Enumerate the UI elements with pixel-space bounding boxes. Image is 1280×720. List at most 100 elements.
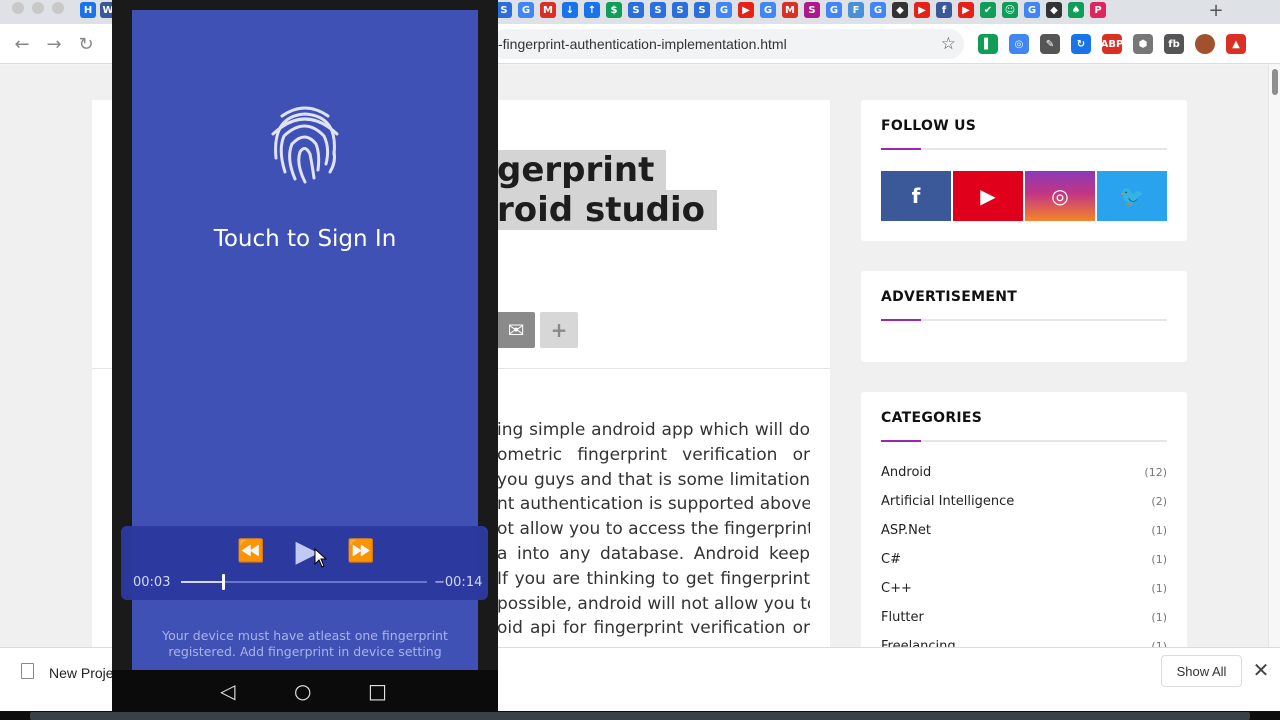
pinned-tab-favicon-icon[interactable]: G [870,2,886,18]
widget-rule-accent [881,319,921,321]
category-item[interactable]: Flutter (1) [881,603,1167,632]
pinned-tab-favicon-icon[interactable]: ▶ [738,2,754,18]
download-file-name[interactable]: New Proje [49,665,114,681]
extension-icon[interactable]: ✎ [1040,34,1060,54]
extension-icon[interactable]: ▲ [1226,34,1246,54]
extension-icon[interactable]: ◎ [1009,34,1029,54]
article-body: ing simple android app which will do omet… [497,418,810,641]
category-name[interactable]: Android [881,465,931,480]
show-all-button[interactable]: Show All [1161,655,1242,687]
pinned-tab-favicon-icon[interactable]: G [716,2,732,18]
widget-rule [881,440,1167,442]
pinned-tab-favicon-icon[interactable]: ↑ [584,2,600,18]
category-item[interactable]: C# (1) [881,545,1167,574]
title-line-1: gerprint [497,150,667,190]
category-item[interactable]: Freelancing (1) [881,632,1167,647]
pinned-tab-favicon-icon[interactable]: G [826,2,842,18]
pinned-tab-favicon-icon[interactable]: ◆ [892,2,908,18]
pinned-tab-favicon-icon[interactable]: ♠ [1068,2,1084,18]
address-bar[interactable]: -fingerprint-authentication-implementati… [490,29,964,59]
more-share-button[interactable]: + [540,312,578,348]
advertisement-widget: ADVERTISEMENT [861,271,1187,362]
category-name[interactable]: Flutter [881,610,924,625]
seek-bar[interactable] [181,574,427,590]
pinned-tab-favicon-icon[interactable]: G [760,2,776,18]
category-name[interactable]: C++ [881,581,912,596]
pinned-tab-favicon-icon[interactable]: G [1024,2,1040,18]
pinned-tab-favicon-icon[interactable]: f [936,2,952,18]
category-item[interactable]: Android (12) [881,458,1167,487]
new-tab-button[interactable]: + [1208,0,1224,21]
fingerprint-hint: Your device must have atleast one finger… [162,628,448,659]
category-count: (12) [1144,466,1167,479]
pinned-tab-favicon-icon[interactable]: S [694,2,710,18]
pinned-tab-favicon-icon[interactable]: S [650,2,666,18]
pinned-tab-favicon-icon[interactable]: ☺ [1002,2,1018,18]
category-name[interactable]: Artificial Intelligence [881,494,1014,509]
page-scrollbar[interactable] [1268,65,1280,647]
youtube-icon[interactable]: ▶ [953,171,1023,221]
category-item[interactable]: Artificial Intelligence (2) [881,487,1167,516]
fast-forward-icon[interactable]: ⏩ [343,536,379,566]
pinned-tab-favicon-icon[interactable]: S [496,2,512,18]
window-zoom-dot[interactable] [52,2,64,14]
category-item[interactable]: C++ (1) [881,574,1167,603]
scrollbar-thumb[interactable] [1272,69,1278,95]
pinned-tab-favicon-icon[interactable]: $ [606,2,622,18]
pinned-tab-favicon-icon[interactable]: G [518,2,534,18]
widget-title: FOLLOW US [881,118,977,134]
url-text: -fingerprint-authentication-implementati… [498,36,787,52]
rewind-icon[interactable]: ⏪ [233,536,269,566]
extension-icon[interactable]: ABP [1101,34,1123,54]
android-emulator: Touch to Sign In Your device must have a… [112,0,498,712]
pinned-tab-favicon-icon[interactable]: H [80,2,96,18]
seek-knob[interactable] [221,574,225,590]
pinned-tab-favicon-icon[interactable]: F [848,2,864,18]
pinned-tab-favicon-icon[interactable]: S [672,2,688,18]
widget-rule-accent [881,148,921,150]
pinned-tab-favicon-icon[interactable]: ▶ [958,2,974,18]
widget-rule [881,148,1167,150]
forward-icon[interactable]: → [42,32,66,56]
category-name[interactable]: C# [881,552,901,567]
pinned-tab-favicon-icon[interactable]: ✔ [980,2,996,18]
recents-nav-icon[interactable]: □ [368,679,387,703]
pinned-tab-favicon-icon[interactable]: ◆ [1046,2,1062,18]
window-minimize-dot[interactable] [32,2,44,14]
category-item[interactable]: ASP.Net (1) [881,516,1167,545]
pinned-tab-favicon-icon[interactable]: S [628,2,644,18]
category-name[interactable]: Freelancing [881,639,956,647]
extension-icon[interactable]: ↻ [1071,34,1091,54]
close-icon[interactable]: ✕ [1251,658,1271,682]
category-name[interactable]: ASP.Net [881,523,931,538]
email-share-button[interactable]: ✉ [497,312,535,348]
extension-icon[interactable] [1195,34,1215,54]
body-text-line: If you are thinking to get fingerprint [497,568,810,589]
body-text-line: possible, android will not allow you to [497,593,810,614]
body-text-line: ing simple android app which will do [497,420,810,440]
os-dock [0,711,1280,720]
extension-icon[interactable]: ▌ [978,34,998,54]
facebook-icon[interactable]: f [881,171,951,221]
pinned-tab-favicon-icon[interactable]: ↓ [562,2,578,18]
fingerprint-icon[interactable] [268,102,342,184]
pinned-tab-favicon-icon[interactable]: M [782,2,798,18]
instagram-icon[interactable]: ◎ [1025,171,1095,221]
window-close-dot[interactable] [12,2,24,14]
widget-title: ADVERTISEMENT [881,289,1018,305]
extension-icon[interactable]: ⬢ [1133,34,1153,54]
reload-icon[interactable]: ↻ [74,32,98,56]
twitter-icon[interactable]: 🐦 [1097,171,1167,221]
body-text-line: ot allow you to access the fingerprint [497,519,810,540]
home-nav-icon[interactable]: ○ [294,679,311,703]
extension-icon[interactable]: fb [1164,34,1184,54]
back-icon[interactable]: ← [10,32,34,56]
categories-widget: CATEGORIES Android (12) Artificial Intelli… [861,392,1187,647]
pinned-tab-favicon-icon[interactable]: ▶ [914,2,930,18]
back-nav-icon[interactable]: ◁ [220,679,235,703]
bookmark-star-icon[interactable]: ☆ [941,34,956,54]
pinned-tab-favicon-icon[interactable]: M [540,2,556,18]
pinned-tab-favicon-icon[interactable]: P [1090,2,1106,18]
pinned-tab-favicon-icon[interactable]: S [804,2,820,18]
widget-title: CATEGORIES [881,410,983,426]
